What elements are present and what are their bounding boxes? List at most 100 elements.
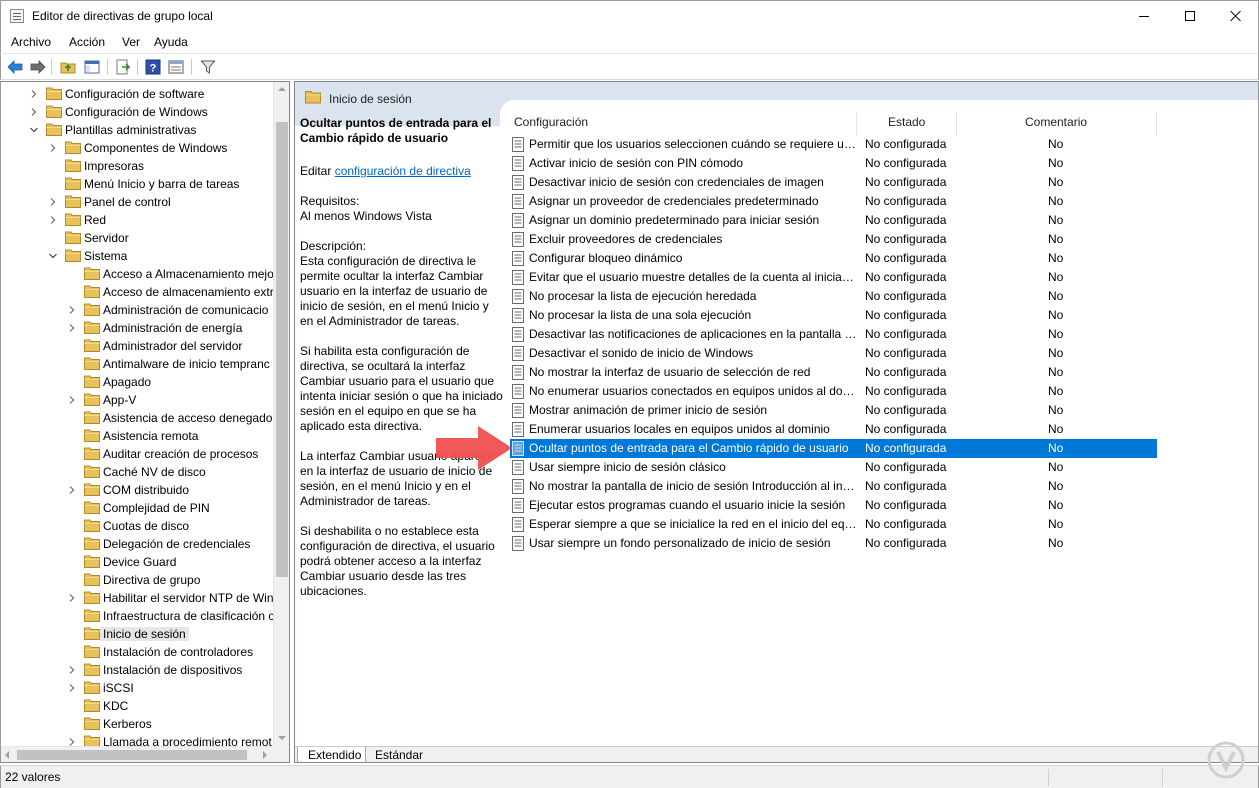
tree-item[interactable]: Habilitar el servidor NTP de Win [1,589,273,607]
policy-row[interactable]: Usar siempre inicio de sesión clásico No … [510,458,1157,477]
column-divider[interactable] [1156,112,1157,136]
filter-button[interactable] [199,58,217,76]
chevron-right-icon[interactable] [29,107,39,117]
tree-item[interactable]: Impresoras [1,157,273,175]
back-button[interactable] [6,58,24,76]
tab-extendido[interactable]: Extendido [297,747,367,762]
menu-archivo[interactable]: Archivo [11,35,51,49]
tree-item[interactable]: Instalación de dispositivos [1,661,273,679]
tree-item[interactable]: Red [1,211,273,229]
tree-item[interactable]: Administrador del servidor [1,337,273,355]
chevron-right-icon[interactable] [67,683,77,693]
tree-item[interactable]: Servidor [1,229,273,247]
help-button[interactable]: ? [144,58,162,76]
scroll-up-arrow-icon[interactable] [278,87,286,91]
tree-item[interactable]: Configuración de Windows [1,103,273,121]
tree-item[interactable]: Menú Inicio y barra de tareas [1,175,273,193]
tree-item[interactable]: Acceso de almacenamiento extr [1,283,273,301]
tree-item[interactable]: Auditar creación de procesos [1,445,273,463]
tree-item[interactable]: Sistema [1,247,273,265]
column-header-comment[interactable]: Comentario [957,112,1156,134]
policy-row[interactable]: Configurar bloqueo dinámico No configurad… [510,249,1157,268]
policy-row[interactable]: No mostrar la interfaz de usuario de sel… [510,363,1157,382]
tree-item[interactable]: Antimalware de inicio tempranc [1,355,273,373]
chevron-right-icon[interactable] [67,323,77,333]
tree-item[interactable]: Cuotas de disco [1,517,273,535]
edit-policy-link[interactable]: configuración de directiva [335,164,471,178]
chevron-down-icon[interactable] [48,251,58,261]
policy-row[interactable]: Asignar un proveedor de credenciales pre… [510,192,1157,211]
policy-row[interactable]: Enumerar usuarios locales en equipos uni… [510,420,1157,439]
policy-row[interactable]: Permitir que los usuarios seleccionen cu… [510,135,1157,154]
minimize-button[interactable] [1121,1,1167,31]
policy-row[interactable]: Usar siempre un fondo personalizado de i… [510,534,1157,553]
tree-item[interactable]: Caché NV de disco [1,463,273,481]
menu-ayuda[interactable]: Ayuda [154,35,188,49]
chevron-right-icon[interactable] [29,89,39,99]
export-list-button[interactable] [114,58,132,76]
tree-item[interactable]: Configuración de software [1,85,273,103]
maximize-button[interactable] [1167,1,1213,31]
tree-item[interactable]: Infraestructura de clasificación c [1,607,273,625]
policy-row[interactable]: Ejecutar estos programas cuando el usuar… [510,496,1157,515]
close-button[interactable] [1213,1,1259,31]
tree-item[interactable]: Componentes de Windows [1,139,273,157]
policy-row-selected[interactable]: Ocultar puntos de entrada para el Cambio… [510,439,1157,458]
policy-row[interactable]: Desactivar el sonido de inicio de Window… [510,344,1157,363]
tree-item[interactable]: Device Guard [1,553,273,571]
tree-vertical-scrollbar[interactable] [273,82,289,746]
policy-row[interactable]: No mostrar la pantalla de inicio de sesi… [510,477,1157,496]
chevron-right-icon[interactable] [67,485,77,495]
policy-row[interactable]: No enumerar usuarios conectados en equip… [510,382,1157,401]
chevron-right-icon[interactable] [48,143,58,153]
tree-item[interactable]: Plantillas administrativas [1,121,273,139]
policy-row[interactable]: Excluir proveedores de credenciales No co… [510,230,1157,249]
tree-item[interactable]: COM distribuido [1,481,273,499]
tree-item[interactable]: Acceso a Almacenamiento mejo [1,265,273,283]
chevron-right-icon[interactable] [67,593,77,603]
scroll-left-arrow-icon[interactable] [5,751,9,759]
chevron-right-icon[interactable] [67,305,77,315]
policy-row[interactable]: No procesar la lista de ejecución hereda… [510,287,1157,306]
policy-row[interactable]: No procesar la lista de una sola ejecuci… [510,306,1157,325]
chevron-right-icon[interactable] [67,665,77,675]
menu-ver[interactable]: Ver [122,35,140,49]
chevron-right-icon[interactable] [48,197,58,207]
tree-item[interactable]: Administración de energía [1,319,273,337]
column-header-setting[interactable]: Configuración [510,112,856,134]
tree-horizontal-scrollbar[interactable] [1,746,273,762]
tree-item[interactable]: Asistencia remota [1,427,273,445]
tree-item[interactable]: Instalación de controladores [1,643,273,661]
tree-horizontal-scroll-thumb[interactable] [17,750,247,760]
tree-vertical-scroll-thumb[interactable] [276,122,288,577]
policy-row[interactable]: Desactivar las notificaciones de aplicac… [510,325,1157,344]
tree-item[interactable]: Panel de control [1,193,273,211]
properties-button[interactable] [167,58,185,76]
tree-item[interactable]: iSCSI [1,679,273,697]
tree-item[interactable]: KDC [1,697,273,715]
policy-row[interactable]: Esperar siempre a que se inicialice la r… [510,515,1157,534]
policy-row[interactable]: Evitar que el usuario muestre detalles d… [510,268,1157,287]
policy-row[interactable]: Desactivar inicio de sesión con credenci… [510,173,1157,192]
chevron-right-icon[interactable] [67,395,77,405]
tree-item[interactable]: Administración de comunicacio [1,301,273,319]
chevron-right-icon[interactable] [48,215,58,225]
tree-item[interactable]: Inicio de sesión [1,625,273,643]
tree-item[interactable]: Delegación de credenciales [1,535,273,553]
policy-row[interactable]: Activar inicio de sesión con PIN cómodo N… [510,154,1157,173]
tab-estandar[interactable]: Estándar [365,747,427,762]
policy-row[interactable]: Asignar un dominio predeterminado para i… [510,211,1157,230]
tree-item[interactable]: Directiva de grupo [1,571,273,589]
column-header-state[interactable]: Estado [857,112,956,134]
tree-item[interactable]: App-V [1,391,273,409]
tree-item[interactable]: Complejidad de PIN [1,499,273,517]
show-hide-tree-button[interactable] [83,58,101,76]
tree-item[interactable]: Apagado [1,373,273,391]
scroll-right-arrow-icon[interactable] [263,751,267,759]
tree-item[interactable]: Kerberos [1,715,273,733]
policy-row[interactable]: Mostrar animación de primer inicio de se… [510,401,1157,420]
up-one-level-button[interactable] [59,58,77,76]
menu-accion[interactable]: Acción [69,35,105,49]
scroll-down-arrow-icon[interactable] [278,736,286,740]
forward-button[interactable] [29,58,47,76]
